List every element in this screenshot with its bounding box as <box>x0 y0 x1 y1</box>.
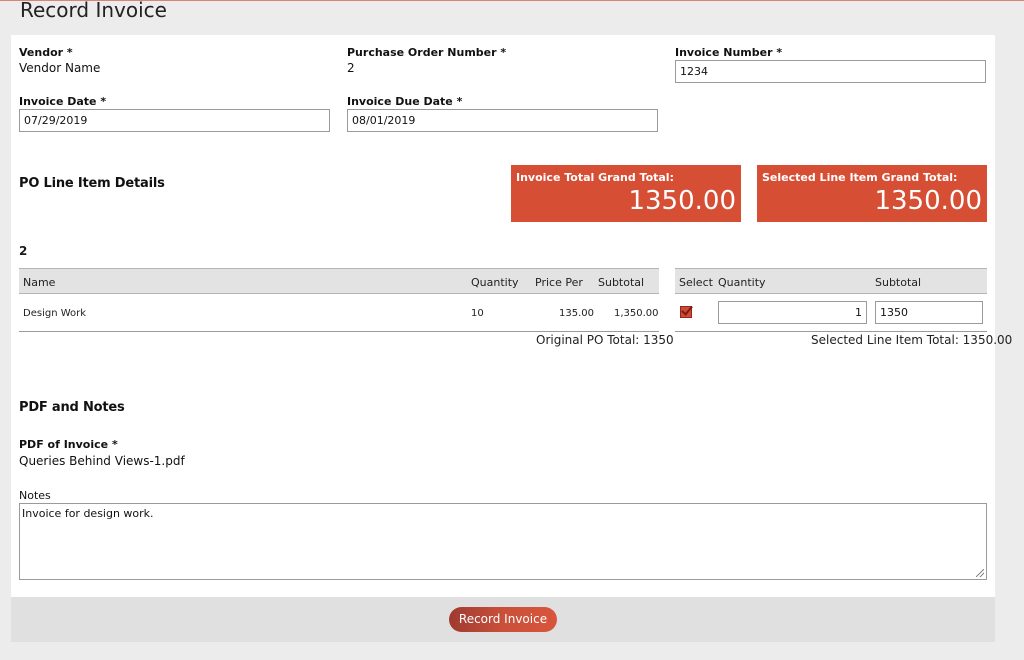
col-header-select: Select <box>679 276 713 289</box>
table-row-name: Design Work <box>23 308 87 319</box>
kpi-label: Invoice Total Grand Total: <box>516 171 674 184</box>
vendor-label: Vendor * <box>19 46 73 59</box>
po-id: 2 <box>19 244 28 258</box>
invoice-date-field[interactable]: 07/29/2019 <box>19 109 330 132</box>
record-invoice-button[interactable]: Record Invoice <box>449 607 557 632</box>
invoice-total-grand-total-card: Invoice Total Grand Total: 1350.00 <box>511 165 741 222</box>
invoice-due-date-label: Invoice Due Date * <box>347 95 463 108</box>
original-po-total: Original PO Total: 1350 <box>536 333 674 347</box>
pdf-file-link[interactable]: Queries Behind Views-1.pdf <box>19 454 185 468</box>
selected-line-item-total: Selected Line Item Total: 1350.00 <box>811 333 1013 347</box>
notes-text: Invoice for design work. <box>22 507 154 520</box>
select-checkbox[interactable] <box>680 306 692 318</box>
table-row-subtotal: 1,350.00 <box>614 308 659 319</box>
table-row-divider <box>19 331 659 332</box>
selection-row-divider <box>675 331 987 332</box>
invoice-date-label: Invoice Date * <box>19 95 107 108</box>
notes-label: Notes <box>19 489 51 502</box>
col-header-name: Name <box>23 276 56 289</box>
col-header-quantity: Quantity <box>471 276 519 289</box>
invoice-due-date-field[interactable]: 08/01/2019 <box>347 109 658 132</box>
col-header-subtotal: Subtotal <box>598 276 645 289</box>
selected-subtotal-field[interactable]: 1350 <box>875 301 983 324</box>
po-number-label: Purchase Order Number * <box>347 46 507 59</box>
pdf-notes-section-title: PDF and Notes <box>19 400 125 415</box>
col-header-sel-quantity: Quantity <box>718 276 766 289</box>
pdf-of-invoice-label: PDF of Invoice * <box>19 438 118 451</box>
col-header-price-per: Price Per <box>535 276 583 289</box>
po-line-item-section-title: PO Line Item Details <box>19 176 165 191</box>
selected-line-item-grand-total-card: Selected Line Item Grand Total: 1350.00 <box>757 165 987 222</box>
resize-grip-icon[interactable] <box>976 569 984 577</box>
kpi-value: 1350.00 <box>628 186 736 216</box>
col-header-sel-subtotal: Subtotal <box>875 276 922 289</box>
kpi-value: 1350.00 <box>874 186 982 216</box>
selected-quantity-field[interactable]: 1 <box>718 301 867 324</box>
kpi-label: Selected Line Item Grand Total: <box>762 171 958 184</box>
page-title: Record Invoice <box>20 0 167 22</box>
table-row-price-per: 135.00 <box>559 308 594 319</box>
invoice-number-field[interactable]: 1234 <box>675 60 986 83</box>
po-number-value: 2 <box>347 61 355 75</box>
vendor-value: Vendor Name <box>19 61 101 75</box>
notes-textarea[interactable]: Invoice for design work. <box>19 503 987 580</box>
table-row-quantity: 10 <box>471 308 484 319</box>
invoice-number-label: Invoice Number * <box>675 46 783 59</box>
